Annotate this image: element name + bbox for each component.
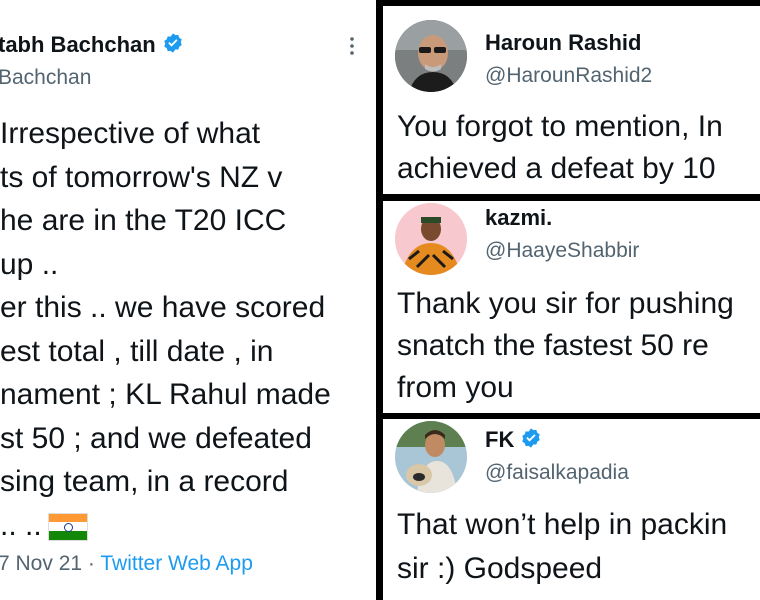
reply-author-handle[interactable]: @faisalkapadia <box>485 461 629 485</box>
reply-author-name[interactable]: kazmi. <box>485 205 552 231</box>
avatar[interactable] <box>395 203 467 275</box>
tweet-date[interactable]: 7 Nov 21 <box>0 552 82 575</box>
tweet-meta: 7 Nov 21 · Twitter Web App <box>0 552 253 576</box>
reply-text: You forgot to mention, In achieved a def… <box>397 106 723 190</box>
india-flag-icon <box>47 512 88 541</box>
reply-text: That won’t help in packin sir :) Godspee… <box>397 503 727 591</box>
reply-line: achieved a defeat by 10 <box>397 152 716 185</box>
author-name-row[interactable]: tabh Bachchan <box>0 32 184 60</box>
tweet-line: ts of tomorrow's NZ v <box>0 160 283 194</box>
reply-tweet: FK @faisalkapadia That won’t help in pac… <box>383 419 760 600</box>
tweet-line: er this .. we have scored <box>0 291 326 324</box>
tweet-line: he are in the T20 ICC <box>0 204 287 237</box>
more-options-icon[interactable] <box>348 36 356 56</box>
verified-badge-icon <box>520 427 542 455</box>
tweet-line: st 50 ; and we defeated <box>0 421 312 455</box>
author-name[interactable]: tabh Bachchan <box>0 32 156 57</box>
tweet-text: Irrespective of what ts of tomorrow's NZ… <box>0 112 331 547</box>
reply-author-name-row[interactable]: FK <box>485 427 542 455</box>
meta-separator: · <box>87 552 95 575</box>
reply-author-name[interactable]: FK <box>485 427 514 452</box>
tweet-line: est total , till date , in <box>0 334 274 368</box>
reply-tweet: kazmi. @HaayeShabbir Thank you sir for p… <box>383 201 760 413</box>
reply-author-handle[interactable]: @HarounRashid2 <box>485 64 652 88</box>
avatar[interactable] <box>395 20 467 92</box>
main-tweet: tabh Bachchan Bachchan Irrespective of w… <box>0 0 376 600</box>
reply-author-handle[interactable]: @HaayeShabbir <box>485 239 639 263</box>
reply-author-name[interactable]: Haroun Rashid <box>485 30 641 56</box>
reply-line: snatch the fastest 50 re <box>397 329 709 362</box>
reply-tweet: Haroun Rashid @HarounRashid2 You forgot … <box>383 6 760 194</box>
tweet-line: up .. <box>0 247 59 281</box>
author-handle[interactable]: Bachchan <box>0 66 91 90</box>
tweet-line: .. .. <box>0 508 42 542</box>
reply-line: Thank you sir for pushing <box>397 287 734 320</box>
tweet-line: sing team, in a record <box>0 465 289 498</box>
reply-line: from you <box>397 371 514 404</box>
tweet-last-line: .. .. <box>0 504 331 548</box>
verified-badge-icon <box>162 32 184 60</box>
tweet-line: Irrespective of what <box>0 117 261 150</box>
reply-line: That won’t help in packin <box>397 508 728 541</box>
reply-text: Thank you sir for pushing snatch the fas… <box>397 283 734 409</box>
reply-line: sir :) Godspeed <box>397 552 603 585</box>
reply-line: You forgot to mention, In <box>397 110 723 143</box>
tweet-source-link[interactable]: Twitter Web App <box>100 552 253 575</box>
tweet-line: nament ; KL Rahul made <box>0 378 331 411</box>
avatar[interactable] <box>395 421 467 493</box>
